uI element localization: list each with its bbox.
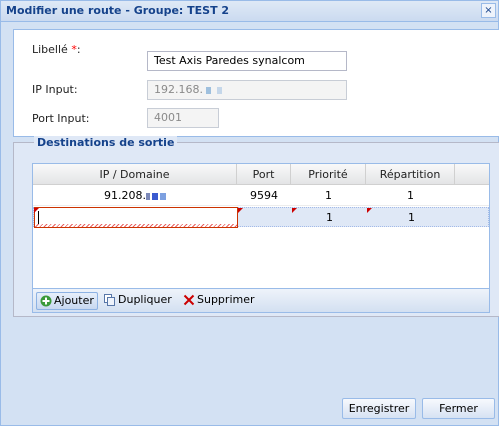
add-icon xyxy=(40,295,52,307)
window-title: Modifier une route - Groupe: TEST 2 xyxy=(6,4,230,17)
ip-input-field: 192.168. xyxy=(147,80,347,100)
ip-input-label: IP Input: xyxy=(32,83,78,96)
route-form-panel: Libellé *: Test Axis Paredes synalcom IP… xyxy=(13,29,499,137)
duplicate-button[interactable]: Dupliquer xyxy=(101,292,175,310)
cell-port[interactable]: 9594 xyxy=(237,186,291,206)
destinations-fieldset: Destinations de sortie IP / Domaine Port… xyxy=(13,136,499,317)
window-titlebar[interactable]: Modifier une route - Groupe: TEST 2 × xyxy=(1,1,498,22)
ip-input-value: 192.168. xyxy=(154,83,203,96)
grid-toolbar: Ajouter Dupliquer Supprimer xyxy=(33,288,489,312)
save-button[interactable]: Enregistrer xyxy=(342,398,416,419)
ip-cell-editor[interactable] xyxy=(34,207,238,228)
cell-priorite[interactable]: 1 xyxy=(292,208,367,228)
cell-ip-value: 91.208. xyxy=(104,189,146,202)
redacted-block xyxy=(152,192,158,200)
add-button-label: Ajouter xyxy=(54,294,94,307)
port-input-field: 4001 xyxy=(147,108,219,128)
libelle-label-text: Libellé xyxy=(32,43,72,56)
close-button[interactable]: Fermer xyxy=(422,398,495,419)
route-edit-window: Modifier une route - Groupe: TEST 2 × Li… xyxy=(0,0,499,426)
destinations-legend: Destinations de sortie xyxy=(34,136,178,149)
delete-icon xyxy=(183,294,195,306)
duplicate-icon xyxy=(104,294,115,306)
libelle-label-colon: : xyxy=(76,43,81,56)
table-row-editing[interactable]: 1 1 xyxy=(33,207,489,228)
redacted-block xyxy=(205,86,211,94)
duplicate-button-label: Dupliquer xyxy=(118,293,172,306)
grid-header: IP / Domaine Port Priorité Répartition xyxy=(33,164,489,185)
delete-button-label: Supprimer xyxy=(197,293,255,306)
delete-button[interactable]: Supprimer xyxy=(180,292,258,310)
cell-repartition[interactable]: 1 xyxy=(367,208,456,228)
redacted-block xyxy=(160,192,166,200)
column-header-port[interactable]: Port xyxy=(237,164,291,185)
cell-priorite[interactable]: 1 xyxy=(291,186,366,206)
destinations-grid: IP / Domaine Port Priorité Répartition 9… xyxy=(32,163,490,313)
redacted-block xyxy=(146,192,150,200)
column-header-ip[interactable]: IP / Domaine xyxy=(33,164,237,185)
dirty-marker xyxy=(34,208,39,213)
column-header-priorite[interactable]: Priorité xyxy=(291,164,366,185)
table-row[interactable]: 91.208. 9594 1 1 xyxy=(33,186,489,206)
port-input-label: Port Input: xyxy=(32,112,90,125)
cell-ip[interactable]: 91.208. xyxy=(33,186,237,206)
cell-repartition[interactable]: 1 xyxy=(366,186,455,206)
column-header-repartition[interactable]: Répartition xyxy=(366,164,455,185)
close-icon[interactable]: × xyxy=(481,3,496,18)
redacted-block xyxy=(216,86,222,94)
cell-port[interactable] xyxy=(238,208,292,228)
libelle-label: Libellé *: xyxy=(32,43,81,56)
add-button[interactable]: Ajouter xyxy=(36,292,98,310)
libelle-input[interactable]: Test Axis Paredes synalcom xyxy=(147,51,347,71)
